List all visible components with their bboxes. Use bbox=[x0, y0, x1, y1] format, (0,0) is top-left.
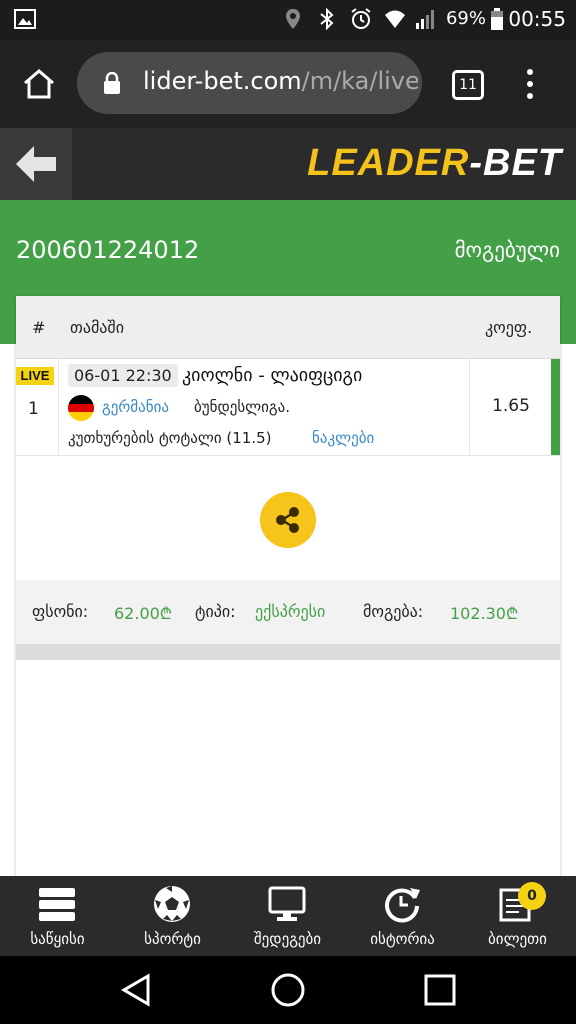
wifi-icon bbox=[385, 10, 405, 28]
home-circle-icon[interactable] bbox=[270, 972, 306, 1008]
soccer-ball-icon bbox=[154, 886, 190, 922]
section-divider bbox=[16, 644, 560, 660]
signal-icon bbox=[416, 10, 434, 29]
nav-label-results: შედეგები bbox=[253, 930, 322, 948]
back-triangle-icon[interactable] bbox=[118, 972, 154, 1008]
nav-item-history[interactable]: ისტორია bbox=[345, 876, 460, 956]
germany-flag-icon bbox=[68, 395, 94, 421]
clock: 00:55 bbox=[508, 7, 566, 31]
battery-icon bbox=[491, 8, 503, 30]
odds-value: 1.65 bbox=[492, 396, 530, 416]
home-icon[interactable] bbox=[22, 68, 56, 100]
stake-label: ფსონი: bbox=[32, 602, 89, 621]
nav-item-home[interactable]: საწყისი bbox=[0, 876, 115, 956]
leader-bet-logo[interactable]: LEADER-BET bbox=[307, 142, 562, 185]
header-index: # bbox=[32, 318, 46, 337]
ticket-status: მოგებული bbox=[454, 238, 560, 262]
nav-item-ticket[interactable]: ბილეთი bbox=[460, 876, 575, 956]
match-datetime: 06-01 22:30 bbox=[68, 364, 178, 387]
bluetooth-icon bbox=[320, 8, 334, 30]
row-number: 1 bbox=[28, 399, 39, 419]
location-icon bbox=[286, 9, 300, 29]
odds-cell: 1.65 bbox=[469, 359, 552, 455]
win-value: 102.30₾ bbox=[450, 604, 519, 623]
match-teams: კიოლნი - ლაიფციგი bbox=[182, 365, 363, 386]
battery-percent: 69% bbox=[445, 8, 486, 29]
type-value: ექსპრესი bbox=[255, 602, 326, 621]
url-path: /m/ka/live bbox=[301, 67, 418, 95]
status-bar: 69% 00:55 bbox=[0, 0, 576, 40]
bet-summary: ფსონი: 62.00₾ ტიპი: ექსპრესი მოგება: 102… bbox=[16, 580, 560, 644]
type-label: ტიპი: bbox=[195, 602, 236, 621]
nav-label-ticket: ბილეთი bbox=[488, 930, 547, 948]
stake-value: 62.00₾ bbox=[114, 604, 173, 623]
header-game: თამაში bbox=[70, 318, 124, 337]
nav-item-sport[interactable]: სპორტი bbox=[115, 876, 230, 956]
row-index-cell: LIVE 1 bbox=[16, 359, 59, 455]
country-link[interactable]: გერმანია bbox=[102, 398, 169, 416]
history-icon bbox=[385, 888, 420, 923]
live-badge: LIVE bbox=[16, 367, 54, 385]
header-odds: კოეფ. bbox=[485, 318, 533, 337]
nav-label-sport: სპორტი bbox=[144, 930, 201, 948]
win-indicator bbox=[551, 359, 560, 455]
tab-switcher-button[interactable]: 11 bbox=[452, 70, 484, 100]
nav-label-home: საწყისი bbox=[30, 930, 85, 948]
back-button[interactable] bbox=[0, 128, 72, 200]
site-header: LEADER-BET bbox=[0, 128, 576, 200]
recents-square-icon[interactable] bbox=[422, 972, 458, 1008]
address-bar[interactable]: lider-bet.com/m/ka/live bbox=[77, 52, 422, 114]
bet-ticket-card: # თამაში კოეფ. LIVE 1 06-01 22:30 კიოლნი… bbox=[16, 296, 560, 876]
selection-name: ნაკლები bbox=[312, 429, 375, 447]
ticket-count-badge: 0 bbox=[518, 882, 546, 910]
overflow-menu-icon[interactable] bbox=[524, 68, 536, 100]
gallery-notification-icon bbox=[14, 9, 36, 29]
table-header: # თამაში კოეფ. bbox=[16, 296, 560, 359]
win-label: მოგება: bbox=[363, 602, 424, 621]
lock-icon bbox=[104, 72, 120, 94]
alarm-icon bbox=[351, 8, 371, 29]
table-row[interactable]: LIVE 1 06-01 22:30 კიოლნი - ლაიფციგი გერ… bbox=[16, 359, 560, 456]
url-text: lider-bet.com/m/ka/live bbox=[143, 67, 418, 95]
back-arrow-icon bbox=[16, 146, 56, 182]
nav-item-results[interactable]: შედეგები bbox=[230, 876, 345, 956]
share-icon bbox=[276, 507, 299, 533]
monitor-icon bbox=[268, 886, 306, 921]
nav-label-history: ისტორია bbox=[370, 930, 435, 948]
bottom-navigation: საწყისი სპორტი შედეგები ისტორია ბილეთი bbox=[0, 876, 576, 956]
ticket-id: 200601224012 bbox=[16, 236, 200, 264]
browser-toolbar: lider-bet.com/m/ka/live 11 bbox=[0, 40, 576, 128]
market-name: კუთხურების ტოტალი (11.5) bbox=[68, 429, 272, 447]
logo-text-leader: LEADER bbox=[307, 142, 470, 184]
android-navigation-bar bbox=[0, 956, 576, 1024]
url-host: lider-bet.com bbox=[143, 67, 302, 95]
logo-text-bet: -BET bbox=[469, 142, 562, 184]
league-name: ბუნდესლიგა. bbox=[194, 398, 290, 416]
share-button[interactable] bbox=[260, 492, 316, 548]
home-stack-icon bbox=[39, 888, 75, 921]
